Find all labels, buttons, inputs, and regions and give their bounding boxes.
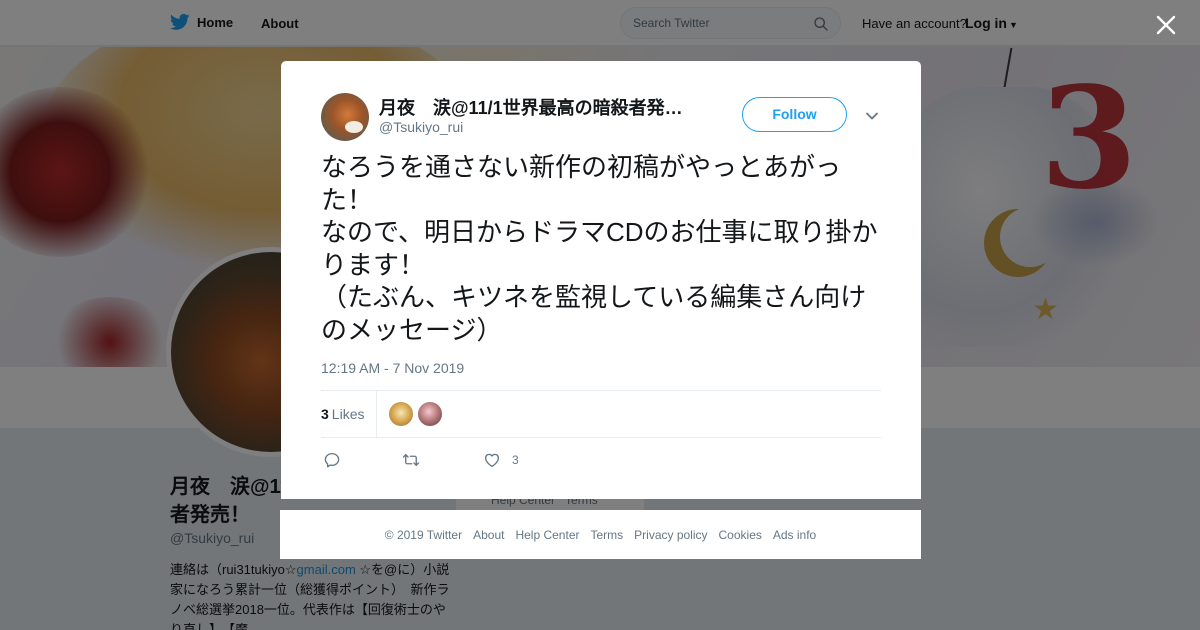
tweet-author-name[interactable]: 月夜 涙@11/1世界最高の暗殺者発売！ xyxy=(379,94,689,120)
likes-stat[interactable]: 3 Likes xyxy=(321,391,377,437)
likes-count: 3 xyxy=(321,406,329,422)
close-icon[interactable] xyxy=(1152,11,1180,39)
footer-link-help-center[interactable]: Help Center xyxy=(515,528,579,542)
tweet-author-handle[interactable]: @Tsukiyo_rui xyxy=(379,119,463,135)
reply-icon xyxy=(324,452,340,468)
retweet-icon xyxy=(402,454,420,466)
footer-link-about[interactable]: About xyxy=(473,528,504,542)
follow-button[interactable]: Follow xyxy=(742,97,847,132)
footer-copyright: © 2019 Twitter xyxy=(384,527,463,542)
tweet-actions: 3 xyxy=(321,450,881,470)
liker-avatar[interactable] xyxy=(389,402,413,426)
modal-footer: © 2019 Twitter About Help Center Terms P… xyxy=(280,510,921,559)
footer-link-privacy[interactable]: Privacy policy xyxy=(634,528,707,542)
like-button[interactable]: 3 xyxy=(483,450,519,470)
reply-button[interactable] xyxy=(323,450,341,470)
tweet-modal: 月夜 涙@11/1世界最高の暗殺者発売！ @Tsukiyo_rui Follow… xyxy=(281,61,921,499)
likes-label: Likes xyxy=(331,406,365,422)
tweet-author-avatar[interactable] xyxy=(321,93,369,141)
tweet-text: なろうを通さない新作の初稿がやっとあがった！ なので、明日からドラマCDのお仕事… xyxy=(321,152,878,345)
footer-link-ads-info[interactable]: Ads info xyxy=(773,528,816,542)
retweet-button[interactable] xyxy=(402,450,420,470)
chevron-down-icon[interactable] xyxy=(863,107,881,125)
like-action-count: 3 xyxy=(512,453,519,467)
heart-icon xyxy=(484,453,500,468)
tweet-timestamp[interactable]: 12:19 AM - 7 Nov 2019 xyxy=(321,360,464,376)
liker-avatar[interactable] xyxy=(418,402,442,426)
footer-link-cookies[interactable]: Cookies xyxy=(719,528,762,542)
tweet-stats: 3 Likes xyxy=(321,390,881,438)
footer-link-terms[interactable]: Terms xyxy=(590,528,623,542)
